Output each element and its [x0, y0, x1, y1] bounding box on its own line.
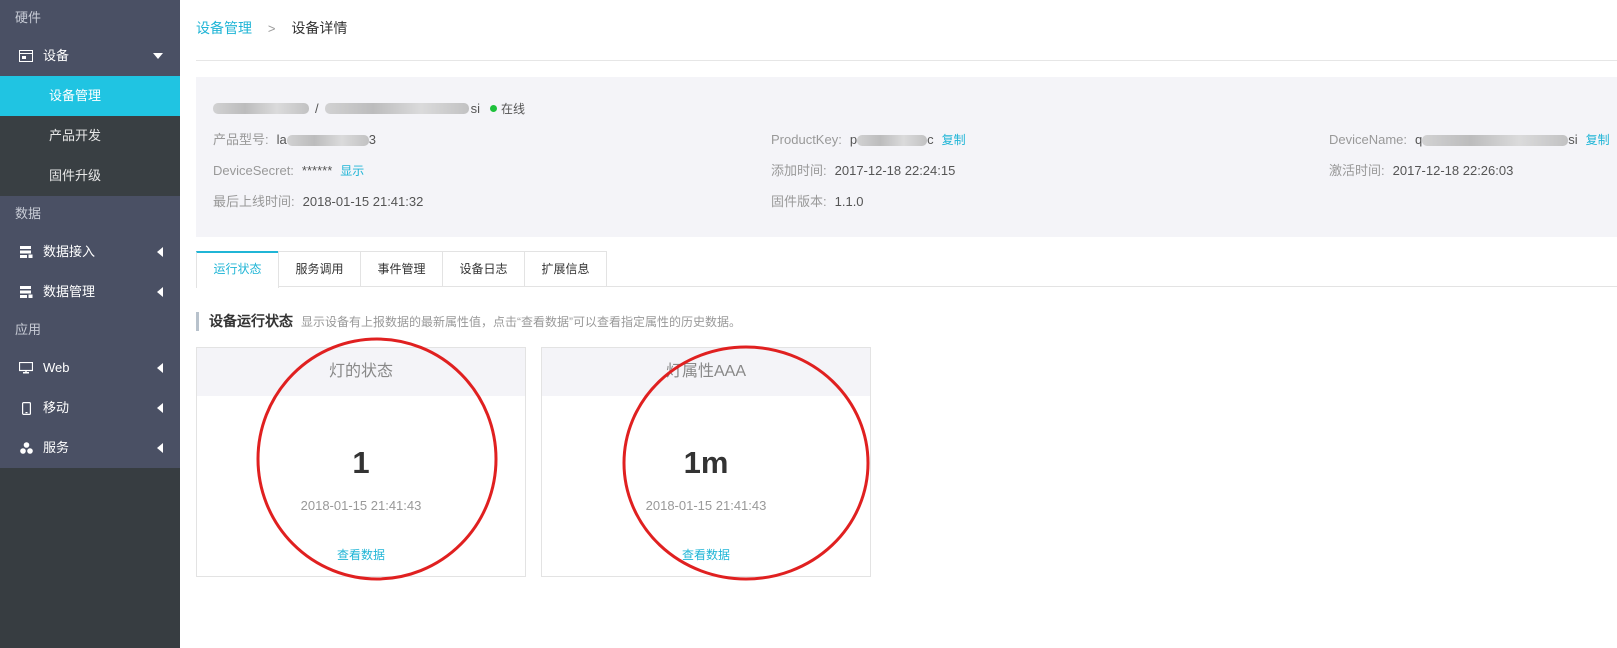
caret-left-icon [157, 348, 163, 388]
copy-device-name-button[interactable]: 复制 [1586, 131, 1610, 149]
view-data-link[interactable]: 查看数据 [197, 546, 525, 563]
field-label: DeviceSecret: [213, 163, 294, 178]
tab-bar: 运行状态 服务调用 事件管理 设备日志 扩展信息 [196, 251, 1617, 288]
field-added-time: 添加时间: 2017-12-18 22:24:15 [771, 162, 955, 180]
property-card: 灯的状态 1 2018-01-15 21:41:43 查看数据 [196, 347, 526, 577]
breadcrumb: 设备管理 > 设备详情 [196, 18, 347, 38]
window-icon [18, 36, 34, 76]
redacted-value [1422, 134, 1569, 146]
show-secret-button[interactable]: 显示 [340, 162, 364, 180]
sidebar-item-device[interactable]: 设备 [0, 36, 180, 76]
copy-product-key-button[interactable]: 复制 [942, 131, 966, 149]
field-label: 添加时间: [771, 163, 827, 178]
field-label: 最后上线时间: [213, 194, 295, 209]
device-title-tail: si [470, 100, 481, 116]
sidebar-section-hardware: 硬件 [0, 0, 180, 36]
view-data-link[interactable]: 查看数据 [542, 546, 870, 563]
sidebar-item-web[interactable]: Web [0, 348, 180, 388]
main-content: 设备管理 > 设备详情 / si 在线 产品型号: la 3 ProductKe… [180, 0, 1617, 648]
sidebar-subitem-product-dev[interactable]: 产品开发 [0, 116, 180, 156]
field-last-online: 最后上线时间: 2018-01-15 21:41:32 [213, 193, 423, 211]
field-value: 2017-12-18 22:24:15 [834, 163, 956, 178]
field-product-model: 产品型号: la 3 [213, 131, 376, 149]
field-value: 1.1.0 [834, 194, 864, 209]
sidebar-item-mobile[interactable]: 移动 [0, 388, 180, 428]
sidebar-item-label: 设备 [43, 48, 70, 63]
sidebar-item-label: 移动 [43, 400, 70, 415]
breadcrumb-chevron-icon: > [267, 21, 276, 36]
caret-left-icon [157, 388, 163, 428]
section-title: 设备运行状态 [209, 313, 293, 329]
field-value-tail: si [1568, 132, 1578, 147]
divider [196, 60, 1617, 61]
mobile-icon [18, 388, 34, 428]
section-description: 显示设备有上报数据的最新属性值，点击“查看数据”可以查看指定属性的历史数据。 [301, 314, 741, 329]
field-product-key: ProductKey: p c 复制 [771, 131, 966, 149]
caret-down-icon [153, 36, 163, 76]
sidebar: 硬件 设备 设备管理 产品开发 固件升级 数据 数据接入 数据管理 应用 Web [0, 0, 180, 648]
field-value: q [1415, 132, 1423, 147]
breadcrumb-current: 设备详情 [291, 20, 348, 36]
field-label: 激活时间: [1329, 163, 1385, 178]
device-title-separator: / [315, 100, 319, 116]
field-firmware: 固件版本: 1.1.0 [771, 193, 864, 211]
cluster-icon [18, 428, 34, 468]
tab-device-log[interactable]: 设备日志 [442, 251, 525, 286]
field-label: 固件版本: [771, 194, 827, 209]
sidebar-subitem-device-management[interactable]: 设备管理 [0, 76, 180, 116]
status-dot-icon [490, 104, 498, 112]
sidebar-item-data-access[interactable]: 数据接入 [0, 232, 180, 272]
sidebar-section-data: 数据 [0, 196, 180, 232]
redacted-value [286, 134, 369, 146]
database-icon [18, 232, 34, 272]
sidebar-item-label: Web [43, 360, 70, 375]
caret-left-icon [157, 232, 163, 272]
sidebar-item-service[interactable]: 服务 [0, 428, 180, 468]
section-accent-bar [196, 311, 199, 331]
property-card-time: 2018-01-15 21:41:43 [300, 498, 422, 513]
device-info-panel: / si 在线 产品型号: la 3 ProductKey: p c 复制 De… [196, 77, 1617, 237]
field-value: la [276, 132, 287, 147]
section-header: 设备运行状态 显示设备有上报数据的最新属性值，点击“查看数据”可以查看指定属性的… [196, 311, 741, 331]
redacted-device-name [324, 102, 469, 114]
sidebar-subitem-firmware[interactable]: 固件升级 [0, 156, 180, 196]
sidebar-item-label: 数据管理 [43, 284, 96, 299]
redacted-product-name [213, 102, 309, 114]
field-value: 2017-12-18 22:26:03 [1392, 163, 1514, 178]
field-label: DeviceName: [1329, 132, 1408, 147]
field-value-tail: 3 [368, 132, 376, 147]
sidebar-item-data-management[interactable]: 数据管理 [0, 272, 180, 312]
status-badge: 在线 [501, 101, 526, 116]
property-card-value: 1m [683, 445, 729, 480]
redacted-value [857, 134, 928, 146]
property-card: 灯属性AAA 1m 2018-01-15 21:41:43 查看数据 [541, 347, 871, 577]
tab-event-management[interactable]: 事件管理 [360, 251, 443, 286]
monitor-icon [18, 348, 34, 388]
property-card-title: 灯属性AAA [542, 348, 870, 396]
sidebar-item-label: 服务 [43, 440, 70, 455]
caret-left-icon [157, 272, 163, 312]
field-value-tail: c [927, 132, 934, 147]
tab-extended-info[interactable]: 扩展信息 [524, 251, 607, 286]
field-value: 2018-01-15 21:41:32 [302, 194, 424, 209]
field-label: 产品型号: [213, 132, 269, 147]
caret-left-icon [157, 428, 163, 468]
field-label: ProductKey: [771, 132, 842, 147]
database-icon [18, 272, 34, 312]
tab-runtime-status[interactable]: 运行状态 [196, 251, 279, 288]
field-device-name: DeviceName: q si 复制 [1329, 131, 1610, 149]
field-value: ****** [301, 163, 333, 178]
sidebar-item-label: 数据接入 [43, 244, 96, 259]
field-device-secret: DeviceSecret: ****** 显示 [213, 162, 364, 180]
sidebar-section-app: 应用 [0, 312, 180, 348]
field-activated-time: 激活时间: 2017-12-18 22:26:03 [1329, 162, 1513, 180]
property-card-time: 2018-01-15 21:41:43 [645, 498, 767, 513]
property-card-value: 1 [352, 445, 370, 480]
device-title: / si 在线 [213, 99, 525, 117]
tab-service-call[interactable]: 服务调用 [278, 251, 361, 286]
field-value: p [849, 132, 858, 147]
breadcrumb-parent-link[interactable]: 设备管理 [196, 20, 252, 36]
property-card-title: 灯的状态 [197, 348, 525, 396]
